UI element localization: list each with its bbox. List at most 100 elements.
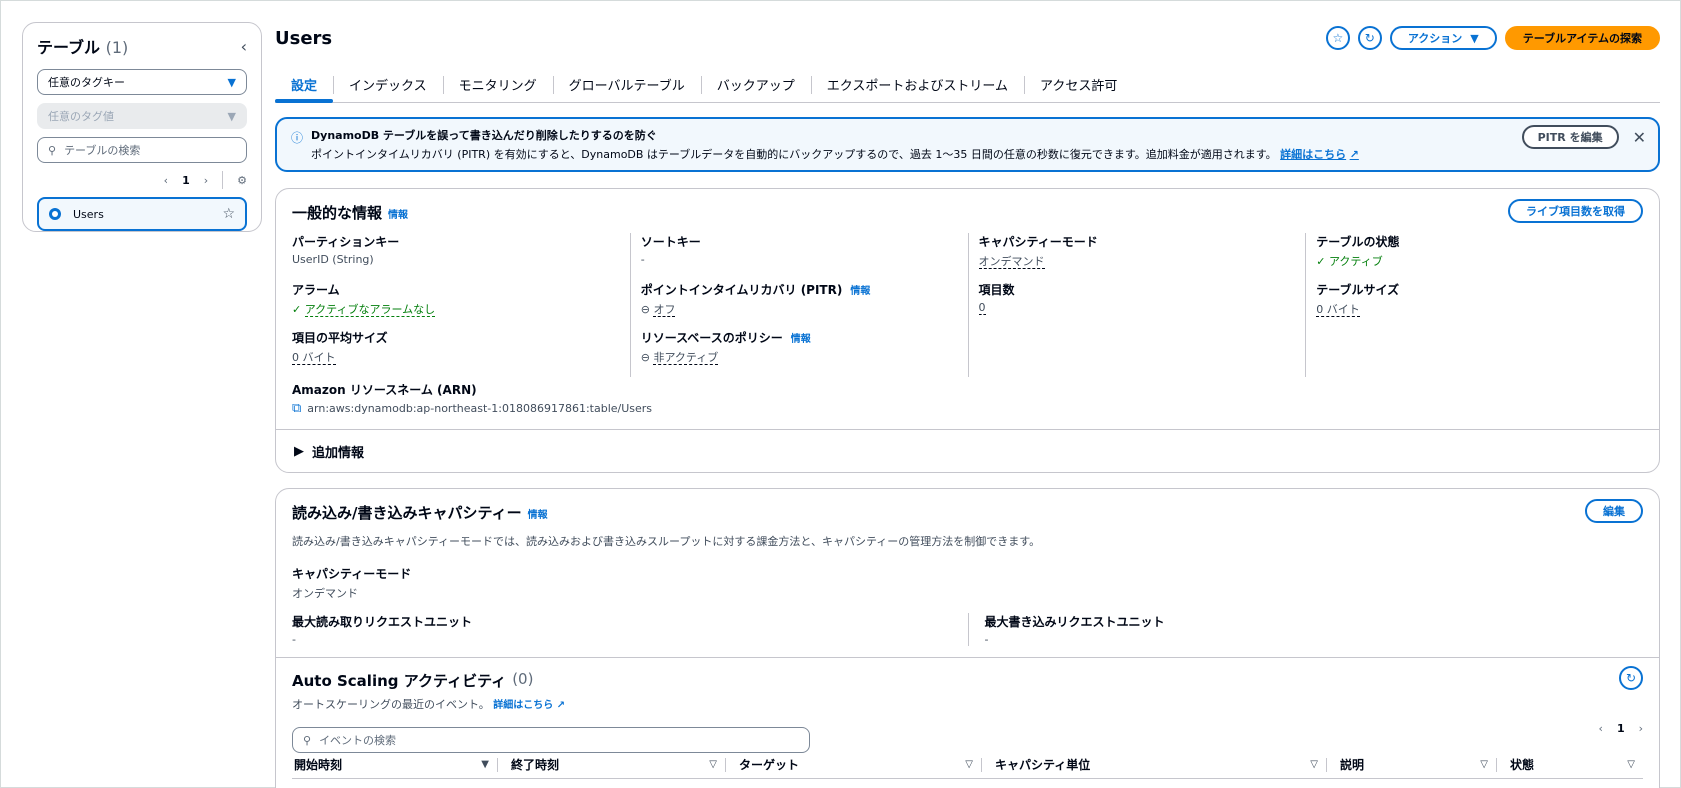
column-end-time[interactable]: 終了時刻 ▽ <box>497 751 725 778</box>
sort-icon: ▽ <box>1627 759 1635 770</box>
alert-actions: PITR を編集 ✕ <box>1521 125 1646 149</box>
close-icon[interactable]: ✕ <box>1633 128 1646 147</box>
tab-exports-streams[interactable]: エクスポートおよびストリーム <box>810 67 1024 102</box>
item-count-field: 項目数 0 <box>978 283 1015 315</box>
chevron-left-icon[interactable]: ‹ <box>241 37 247 56</box>
tab-monitoring[interactable]: モニタリング <box>442 67 553 102</box>
capacity-mode-field: キャパシティーモード オンデマンド <box>978 235 1098 269</box>
info-column: キャパシティーモード オンデマンド 項目数 0 <box>967 233 1306 377</box>
autoscaling-subtitle: オートスケーリングの最近のイベント。 詳細はこちら ↗ <box>292 698 566 711</box>
next-page-icon[interactable]: › <box>204 174 208 187</box>
divider <box>276 657 1659 658</box>
caret-down-icon: ▼ <box>227 109 236 123</box>
as-refresh-wrapper: ↻ <box>1619 666 1643 690</box>
page-number[interactable]: 1 <box>1617 722 1625 735</box>
header-actions: ☆ ↻ アクション ▼ テーブルアイテムの探索 <box>1325 26 1660 50</box>
sort-icon: ▽ <box>1310 759 1318 770</box>
pitr-field: ポイントインタイムリカバリ (PITR) 情報 ⊖ オフ <box>640 282 871 317</box>
tag-value-select: 任意のタグ値 ▼ <box>37 103 247 129</box>
sidebar-title: テーブル (1) <box>37 38 129 57</box>
tab-backups[interactable]: バックアップ <box>700 67 811 102</box>
learn-more-link[interactable]: 詳細はこちら <box>1280 148 1346 161</box>
explore-items-button[interactable]: テーブルアイテムの探索 <box>1504 26 1660 50</box>
autoscaling-title: Auto Scaling アクティビティ (0) <box>292 670 534 690</box>
search-icon: ⚲ <box>48 143 57 157</box>
radio-selected-icon[interactable] <box>49 208 61 220</box>
refresh-icon[interactable]: ↻ <box>1619 666 1643 690</box>
max-write-field: 最大書き込みリクエストユニット - <box>967 613 1644 646</box>
info-column: ソートキー - ポイントインタイムリカバリ (PITR) 情報 ⊖ オフ リソース… <box>629 233 968 377</box>
event-search-input[interactable]: ⚲ イベントの検索 <box>292 727 810 753</box>
tag-key-select[interactable]: 任意のタグキー ▼ <box>37 69 247 95</box>
page-number[interactable]: 1 <box>182 174 190 187</box>
caret-down-icon: ▼ <box>1470 31 1479 45</box>
edit-button[interactable]: 編集 <box>1585 499 1643 523</box>
avg-size-field: 項目の平均サイズ 0 バイト <box>292 331 388 365</box>
autoscaling-table-header: 開始時刻 ▼ 終了時刻 ▽ ターゲット ▽ キャパシティ単位 ▽ 説明 ▽ 状態 ▽ <box>292 751 1643 779</box>
info-link[interactable]: 情報 <box>528 506 548 521</box>
column-capacity-unit[interactable]: キャパシティ単位 ▽ <box>981 751 1326 778</box>
tab-permissions[interactable]: アクセス許可 <box>1024 67 1133 102</box>
sort-icon: ▽ <box>709 759 717 770</box>
sort-key-field: ソートキー - <box>640 235 701 266</box>
alarm-status: ✓ アクティブなアラームなし <box>292 303 436 317</box>
minus-circle-icon: ⊖ <box>640 303 650 316</box>
info-link[interactable]: 情報 <box>791 330 811 345</box>
table-search-placeholder: テーブルの検索 <box>64 144 141 157</box>
capacity-panel: 読み込み/書き込みキャパシティー 情報 編集 読み込み/書き込みキャパシティーモ… <box>275 488 1660 788</box>
arn-field: Amazon リソースネーム (ARN) ⧉ arn:aws:dynamodb:a… <box>292 383 653 416</box>
column-target[interactable]: ターゲット ▽ <box>725 751 981 778</box>
tab-global-tables[interactable]: グローバルテーブル <box>552 67 701 102</box>
gear-icon[interactable]: ⚙ <box>237 174 247 187</box>
autoscaling-pagination: ‹ 1 › <box>1599 722 1643 735</box>
sidebar-item-users[interactable]: Users ☆ <box>37 197 247 231</box>
caret-right-icon: ▶ <box>294 444 304 459</box>
resource-policy-field: リソースベースのポリシー 情報 ⊖ 非アクティブ <box>640 330 811 365</box>
capacity-units-row: 最大読み取りリクエストユニット - 最大書き込みリクエストユニット - <box>292 613 1643 646</box>
column-description[interactable]: 説明 ▽ <box>1326 751 1496 778</box>
refresh-icon[interactable]: ↻ <box>1357 26 1382 50</box>
tab-indexes[interactable]: インデックス <box>333 67 443 102</box>
tab-settings[interactable]: 設定 <box>275 67 334 103</box>
learn-more-link[interactable]: 詳細はこちら <box>493 700 553 711</box>
column-start-time[interactable]: 開始時刻 ▼ <box>292 751 497 778</box>
external-link-icon: ↗ <box>1349 148 1359 161</box>
info-link[interactable]: 情報 <box>388 206 408 221</box>
tag-key-placeholder: 任意のタグキー <box>48 76 125 89</box>
additional-info-expander[interactable]: ▶ 追加情報 <box>294 442 364 461</box>
ph-btn-wrapper: 編集 <box>1585 499 1643 523</box>
sort-desc-icon: ▼ <box>481 759 489 770</box>
table-sidebar: テーブル (1) ‹ 任意のタグキー ▼ 任意のタグ値 ▼ ⚲ テーブルの検索 … <box>22 22 262 232</box>
next-page-icon[interactable]: › <box>1639 722 1643 735</box>
prev-page-icon[interactable]: ‹ <box>1599 722 1603 735</box>
table-status-field: テーブルの状態 ✓ アクティブ <box>1316 235 1400 268</box>
tag-value-placeholder: 任意のタグ値 <box>48 110 114 123</box>
get-live-count-button[interactable]: ライブ項目数を取得 <box>1508 199 1643 223</box>
sidebar-pagination: ‹ 1 › ⚙ <box>37 169 247 191</box>
alert-body: ポイントインタイムリカバリ (PITR) を有効にすると、DynamoDB はテ… <box>311 148 1359 161</box>
prev-page-icon[interactable]: ‹ <box>164 174 168 187</box>
info-icon: ⓘ <box>291 131 304 145</box>
favorite-star-icon[interactable]: ☆ <box>1325 26 1350 50</box>
general-info-grid: パーティションキー UserID (String) アラーム ✓ アクティブなア… <box>292 233 1643 377</box>
actions-button[interactable]: アクション ▼ <box>1389 26 1497 50</box>
star-icon[interactable]: ☆ <box>222 206 235 222</box>
sort-icon: ▽ <box>965 759 973 770</box>
page-title: Users <box>275 28 333 49</box>
capacity-description: 読み込み/書き込みキャパシティーモードでは、読み込みおよび書き込みスループットに… <box>292 535 1041 548</box>
edit-pitr-button[interactable]: PITR を編集 <box>1521 125 1619 149</box>
copy-icon[interactable]: ⧉ <box>292 401 301 416</box>
minus-circle-icon: ⊖ <box>640 351 650 364</box>
info-link[interactable]: 情報 <box>850 282 870 297</box>
tab-bar: 設定 インデックス モニタリング グローバルテーブル バックアップ エクスポート… <box>275 67 1660 103</box>
sidebar-item-label: Users <box>73 207 104 221</box>
alert-title: DynamoDB テーブルを誤って書き込んだり削除したりするのを防ぐ <box>311 129 657 142</box>
table-search-input[interactable]: ⚲ テーブルの検索 <box>37 137 247 163</box>
pitr-alert: ⓘ DynamoDB テーブルを誤って書き込んだり削除したりするのを防ぐ ポイン… <box>275 117 1660 172</box>
max-read-field: 最大読み取りリクエストユニット - <box>292 615 473 646</box>
alert-content: DynamoDB テーブルを誤って書き込んだり削除したりするのを防ぐ ポイントイ… <box>311 127 1359 170</box>
sidebar-count: (1) <box>105 38 129 57</box>
capacity-mode-field: キャパシティーモード オンデマンド <box>292 567 412 600</box>
column-status[interactable]: 状態 ▽ <box>1496 751 1643 778</box>
capacity-header: 読み込み/書き込みキャパシティー 情報 <box>292 504 548 522</box>
